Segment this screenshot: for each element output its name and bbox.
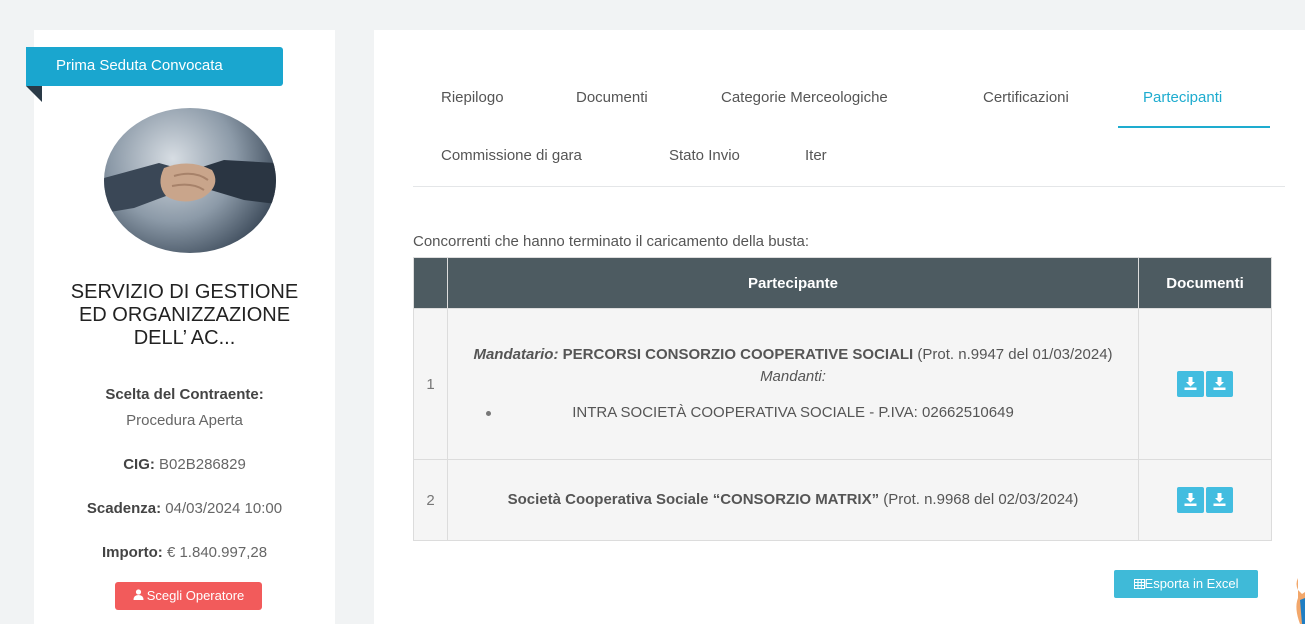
esporta-excel-button[interactable]: Esporta in Excel — [1114, 570, 1258, 598]
tab-partecipanti[interactable]: Partecipanti — [1143, 89, 1222, 106]
tab-documenti[interactable]: Documenti — [576, 89, 648, 106]
tab-stato-invio[interactable]: Stato Invio — [669, 147, 740, 164]
status-badge: Prima Seduta Convocata — [26, 47, 283, 86]
handshake-image — [104, 108, 276, 253]
cig-info: CIG: B02B286829 — [123, 456, 246, 473]
download-icon — [1213, 493, 1226, 506]
tab-riepilogo[interactable]: Riepilogo — [441, 89, 504, 106]
tab-commissione-di-gara[interactable]: Commissione di gara — [441, 147, 582, 164]
esporta-excel-label: Esporta in Excel — [1144, 576, 1239, 591]
scelta-label: Scelta del Contraente: — [105, 386, 264, 403]
active-tab-indicator — [1118, 126, 1270, 128]
table-row: 1 Mandatario: PERCORSI CONSORZIO COOPERA… — [413, 308, 1272, 460]
user-icon — [133, 582, 144, 610]
tab-iter[interactable]: Iter — [805, 147, 827, 164]
download-button[interactable] — [1177, 487, 1204, 513]
download-button[interactable] — [1206, 487, 1233, 513]
documenti-cell — [1138, 459, 1272, 541]
badge-fold — [26, 86, 42, 102]
row-number: 1 — [413, 308, 448, 460]
tab-categorie-merceologiche[interactable]: Categorie Merceologiche — [721, 89, 888, 106]
download-icon — [1184, 377, 1197, 390]
scegli-operatore-label: Scegli Operatore — [146, 588, 245, 603]
bullet-icon — [486, 411, 491, 416]
importo-info: Importo: € 1.840.997,28 — [101, 544, 268, 561]
download-button[interactable] — [1177, 371, 1204, 397]
download-icon — [1213, 377, 1226, 390]
download-button[interactable] — [1206, 371, 1233, 397]
mandante-list-item: INTRA SOCIETÀ COOPERATIVA SOCIALE - P.IV… — [464, 402, 1122, 424]
partecipante-cell: Mandatario: PERCORSI CONSORZIO COOPERATI… — [447, 308, 1139, 460]
header-partecipante: Partecipante — [447, 257, 1139, 309]
header-documenti: Documenti — [1138, 257, 1272, 309]
table-caption: Concorrenti che hanno terminato il caric… — [413, 233, 810, 250]
table-icon — [1133, 579, 1145, 589]
tab-certificazioni[interactable]: Certificazioni — [983, 89, 1069, 106]
documenti-cell — [1138, 308, 1272, 460]
scelta-value: Procedura Aperta — [126, 412, 243, 429]
table-header-row: Partecipante Documenti — [413, 257, 1272, 309]
header-num — [413, 257, 448, 309]
scadenza-info: Scadenza: 04/03/2024 10:00 — [86, 500, 283, 517]
partecipante-cell: Società Cooperativa Sociale “CONSORZIO M… — [447, 459, 1139, 541]
scegli-operatore-button[interactable]: Scegli Operatore — [115, 582, 262, 610]
tender-title: SERVIZIO DI GESTIONE ED ORGANIZZAZIONE D… — [70, 281, 299, 349]
row-number: 2 — [413, 459, 448, 541]
download-icon — [1184, 493, 1197, 506]
tabs-divider — [413, 186, 1285, 187]
mandatario-line: Mandatario: PERCORSI CONSORZIO COOPERATI… — [473, 346, 1113, 385]
table-row: 2 Società Cooperativa Sociale “CONSORZIO… — [413, 459, 1272, 541]
partecipanti-table: Partecipante Documenti 1 Mandatario: PER… — [413, 257, 1272, 541]
assistant-mascot-icon[interactable] — [1292, 578, 1305, 624]
